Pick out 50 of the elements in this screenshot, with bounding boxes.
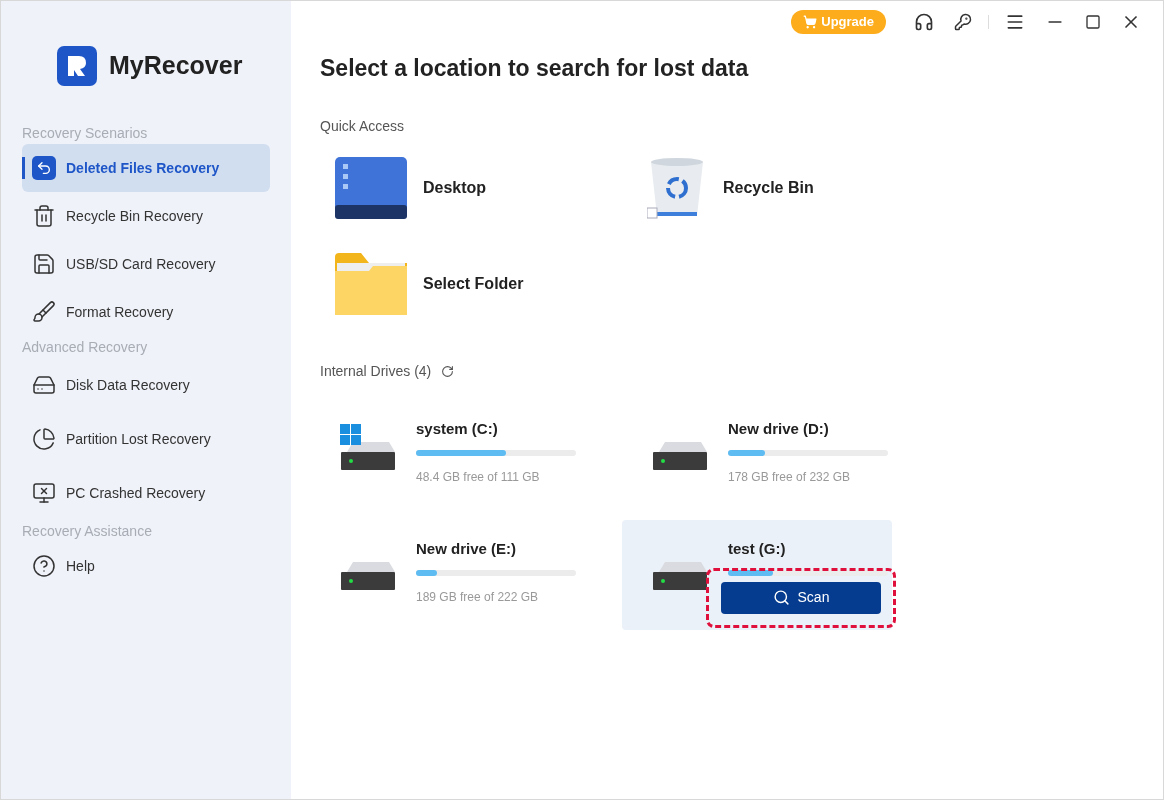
app-name: MyRecover — [109, 50, 243, 82]
page-heading: Select a location to search for lost data — [320, 54, 750, 83]
section-title: Quick Access — [320, 116, 406, 136]
section-title: Recovery Scenarios — [22, 124, 149, 143]
trash-icon — [32, 204, 56, 228]
sidebar-item[interactable]: Format Recovery — [22, 288, 270, 336]
drive-name: system (C:) — [416, 418, 499, 439]
drive-size: 189 GB free of 222 GB — [416, 589, 540, 606]
scan-button[interactable]: Scan — [721, 581, 881, 614]
app-logo-icon — [57, 46, 97, 86]
hard-drive-icon — [652, 561, 708, 590]
drive-size: 48.4 GB free of 111 GB — [416, 469, 541, 486]
help-icon — [32, 554, 56, 578]
key-icon[interactable] — [954, 13, 972, 31]
drive-name: New drive (E:) — [416, 538, 518, 559]
sidebar-item[interactable]: Partition Lost Recovery — [22, 412, 270, 466]
drive-name: test (G:) — [728, 538, 787, 559]
drive-name: New drive (D:) — [728, 418, 830, 439]
section-title: Advanced Recovery — [22, 338, 149, 357]
menu-icon[interactable] — [1005, 12, 1025, 32]
sidebar-item[interactable]: PC Crashed Recovery — [22, 466, 270, 520]
refresh-icon[interactable] — [441, 364, 455, 378]
search-icon — [772, 589, 790, 606]
drive-card[interactable]: New drive (E:) 189 GB free of 222 GB — [310, 519, 580, 630]
hard-drive-icon — [32, 373, 56, 397]
folder-icon — [335, 252, 407, 315]
sidebar-item[interactable]: Disk Data Recovery — [22, 358, 270, 412]
maximize-icon[interactable] — [1085, 14, 1101, 30]
cart-icon — [803, 15, 818, 29]
hard-drive-icon — [652, 441, 708, 470]
section-title: Internal Drives (4) — [320, 361, 432, 381]
quick-access-item[interactable]: Desktop — [320, 156, 632, 219]
drive-card[interactable]: New drive (D:) 178 GB free of 232 GB — [622, 399, 892, 510]
hard-drive-icon — [340, 561, 396, 590]
sidebar-item[interactable]: USB/SD Card Recovery — [22, 240, 270, 288]
sidebar-item[interactable]: Deleted Files Recovery — [22, 144, 270, 192]
hard-drive-icon — [340, 441, 396, 470]
drive-size: 178 GB free of 232 GB — [728, 469, 852, 486]
pie-chart-icon — [32, 427, 56, 451]
undo-icon — [32, 156, 56, 180]
drive-card[interactable]: system (C:) 48.4 GB free of 111 GB — [310, 399, 580, 510]
desktop-icon — [335, 156, 407, 219]
headset-icon[interactable] — [914, 12, 934, 32]
quick-access-item[interactable]: Recycle Bin — [632, 156, 944, 219]
sidebar-item[interactable]: Help — [22, 542, 270, 590]
sidebar-item[interactable]: Recycle Bin Recovery — [22, 192, 270, 240]
broom-icon — [32, 300, 56, 324]
section-title: Recovery Assistance — [22, 522, 153, 541]
monitor-icon — [32, 481, 56, 505]
quick-access-item[interactable]: Select Folder — [320, 252, 632, 315]
